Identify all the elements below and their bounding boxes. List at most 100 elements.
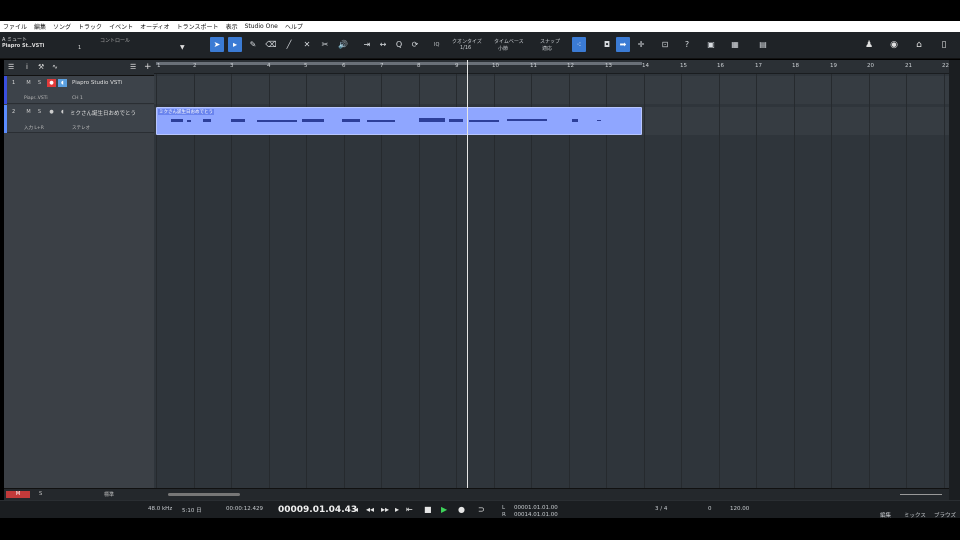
tempo[interactable]: 120.00 — [730, 506, 749, 512]
crosshair-icon[interactable]: ✛ — [634, 37, 648, 52]
loop-end[interactable]: 00014.01.01.00 — [514, 512, 558, 518]
track-number: 2 — [12, 109, 16, 115]
mute-tool-icon[interactable]: ✕ — [300, 37, 314, 52]
listen-tool-icon[interactable]: 🔊 — [336, 37, 350, 52]
master-solo-button[interactable]: S — [39, 491, 42, 497]
position-display[interactable]: 00009.01.04.43 — [278, 505, 357, 515]
inspector-toggle-icon[interactable]: i — [26, 63, 28, 71]
solo-button[interactable]: S — [35, 108, 44, 116]
track-channel-mode[interactable]: ステレオ — [72, 125, 90, 131]
zoom-slider[interactable] — [900, 494, 942, 495]
track-row[interactable]: 2 M S ● ◖ ミクさん誕生日おめでとう 入力 L+R ステレオ — [4, 105, 154, 133]
menu-song[interactable]: ソング — [53, 22, 71, 31]
list-menu-icon[interactable]: ☰ — [8, 63, 14, 71]
track-row[interactable]: 1 M S ● ◖ Piapro Studio VSTi Piapr..VSTi… — [4, 76, 154, 104]
video-icon[interactable]: ▣ — [704, 37, 718, 52]
quantize-value[interactable]: 1/16 — [460, 45, 471, 51]
add-track-icon[interactable]: + — [144, 62, 152, 72]
control-dropdown-icon[interactable]: ▼ — [180, 44, 185, 51]
menu-audio[interactable]: オーディオ — [140, 22, 170, 31]
record-icon[interactable]: ● — [458, 505, 465, 514]
timeline-ruler[interactable]: 1 2 3 4 5 6 7 8 9 10 11 12 13 14 15 16 1… — [154, 60, 949, 74]
snap-value[interactable]: 適応 — [542, 45, 552, 52]
bend-tool-icon[interactable]: ⇥ — [360, 37, 374, 52]
pencil-tool-icon[interactable]: ✎ — [246, 37, 260, 52]
track-channel[interactable]: CH 1 — [72, 96, 83, 101]
track-name[interactable]: Piapro Studio VSTi — [72, 80, 122, 86]
menu-edit[interactable]: 編集 — [34, 22, 46, 31]
info-icon[interactable]: ⊡ — [658, 37, 672, 52]
paint-tool-icon[interactable]: ╱ — [282, 37, 296, 52]
record-button[interactable]: ● — [47, 108, 56, 116]
forward-end-icon[interactable]: ▸ — [395, 505, 399, 514]
menu-view[interactable]: 表示 — [226, 22, 238, 31]
menu-transport[interactable]: トランスポート — [177, 22, 219, 31]
arrow-tool-icon[interactable]: ➤ — [210, 37, 224, 52]
time-signature[interactable]: 3 / 4 — [655, 506, 667, 512]
iq-button[interactable]: IQ — [434, 42, 439, 48]
loop-toggle-icon[interactable]: ⊃ — [478, 505, 485, 514]
play-icon[interactable]: ▶ — [441, 505, 447, 514]
timebase-value[interactable]: 小節 — [498, 45, 508, 52]
loop-tool-icon[interactable]: ⟳ — [408, 37, 422, 52]
split-tool-icon[interactable]: ✂ — [318, 37, 332, 52]
zoom-tool-icon[interactable]: Q — [392, 37, 406, 52]
rewind-icon[interactable]: ◂◂ — [366, 505, 374, 514]
menu-bar: ファイル 編集 ソング トラック イベント オーディオ トランスポート 表示 S… — [0, 21, 960, 32]
right-scroll-column — [949, 60, 960, 500]
layout-icon[interactable]: ▤ — [756, 37, 770, 52]
badge-icon[interactable]: ◉ — [887, 37, 901, 52]
tab-browse[interactable]: ブラウズ — [934, 511, 956, 519]
audio-event[interactable]: ミクさん誕生日おめでとう — [156, 107, 642, 135]
stop-icon[interactable]: ■ — [424, 505, 432, 514]
monitor-button[interactable]: ◖ — [58, 79, 67, 87]
mute-button[interactable]: M — [24, 79, 33, 87]
playhead[interactable] — [467, 60, 468, 488]
tool-wrench-icon[interactable]: ⚒ — [38, 63, 44, 71]
tab-mix[interactable]: ミックス — [904, 511, 926, 519]
stretch-tool-icon[interactable]: ↔ — [376, 37, 390, 52]
page-icon[interactable]: ▯ — [937, 37, 951, 52]
autoscroll-icon[interactable]: ◘ — [600, 37, 614, 52]
tab-edit[interactable]: 編集 — [880, 511, 891, 519]
track-name[interactable]: ミクさん誕生日おめでとう — [70, 109, 136, 117]
eraser-tool-icon[interactable]: ⌫ — [264, 37, 278, 52]
horizontal-scrollbar[interactable] — [168, 493, 240, 496]
control-value[interactable]: 1 — [78, 45, 81, 51]
loop-start[interactable]: 00001.01.01.00 — [514, 505, 558, 511]
monitor-button[interactable]: ◖ — [58, 108, 67, 116]
mute-button[interactable]: M — [24, 108, 33, 116]
rewind-start-icon[interactable]: ◂ — [354, 505, 358, 514]
automation-icon[interactable]: ∿ — [52, 63, 58, 71]
arrange-view[interactable]: 1 2 3 4 5 6 7 8 9 10 11 12 13 14 15 16 1… — [154, 60, 949, 488]
solo-button[interactable]: S — [35, 79, 44, 87]
menu-studio-one[interactable]: Studio One — [245, 23, 278, 30]
track-lane[interactable] — [154, 76, 949, 104]
help-icon[interactable]: ? — [680, 37, 694, 52]
menu-help[interactable]: ヘルプ — [285, 22, 303, 31]
bar-gridline — [306, 74, 307, 488]
master-mute-button[interactable]: M — [6, 491, 30, 498]
bar-gridline — [868, 74, 870, 488]
record-button[interactable]: ● — [47, 79, 56, 87]
follow-icon[interactable]: ➡ — [616, 37, 630, 52]
count-in[interactable]: 0 — [708, 506, 712, 512]
home-icon[interactable]: ⌂ — [912, 37, 926, 52]
track-input[interactable]: 入力 L+R — [24, 125, 44, 131]
forward-icon[interactable]: ▸▸ — [381, 505, 389, 514]
snap-toggle-icon[interactable]: ⁖ — [572, 37, 586, 52]
track-instrument[interactable]: Piapr..VSTi — [24, 96, 48, 101]
user-icon[interactable]: ♟ — [862, 37, 876, 52]
menu-file[interactable]: ファイル — [3, 22, 27, 31]
loop-start-icon[interactable]: ⇤ — [406, 505, 413, 514]
menu-event[interactable]: イベント — [109, 22, 133, 31]
bar-gridline — [568, 74, 570, 488]
track-color — [4, 105, 7, 133]
track-options-icon[interactable]: ☰ — [130, 63, 136, 71]
menu-track[interactable]: トラック — [78, 22, 102, 31]
range-tool-icon[interactable]: ▸ — [228, 37, 242, 52]
grid-icon[interactable]: ▦ — [728, 37, 742, 52]
ruler-label: 3 — [230, 63, 234, 69]
mode-select[interactable]: 標準 — [104, 491, 114, 498]
time-display[interactable]: 00:00:12.429 — [226, 506, 263, 512]
